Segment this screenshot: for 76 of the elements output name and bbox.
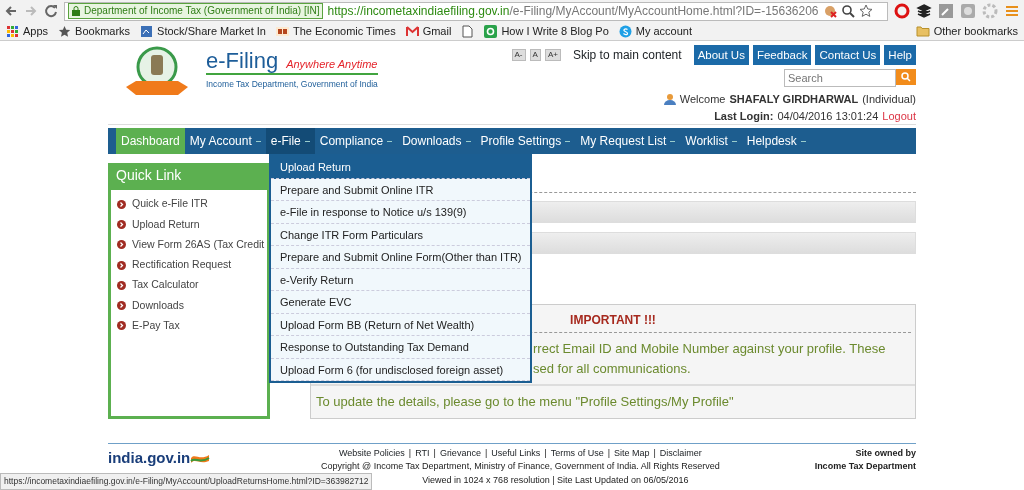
nav-button[interactable]: Contact Us [815, 45, 881, 65]
portal-logo[interactable]: india.gov.in [108, 446, 211, 469]
menu-item[interactable]: Upload Return [271, 156, 531, 179]
site-title: e-Filing [206, 49, 279, 73]
menu-item[interactable]: Generate EVC [271, 291, 531, 314]
notice-text: sed for all communications. [533, 359, 692, 378]
bookmark[interactable]: Bookmarks [58, 22, 131, 40]
search-field[interactable]: Search [784, 69, 896, 87]
panel-title: Quick Link [111, 163, 267, 190]
address-bar[interactable]: Department of Income Tax (Government of India) [IN] https://incometaxindiaefiling.gov.in/e-Filing/MyAccount/MyAccountHome.html?ID=-15636206 [64, 1, 888, 21]
footer-link[interactable]: Disclaimer [659, 446, 702, 460]
menu-tab[interactable]: My Account [184, 128, 266, 154]
user-name: SHAFALY GIRDHARWAL [729, 92, 859, 107]
bookmark[interactable]: My account [618, 22, 693, 40]
font-size-button[interactable]: A- [511, 49, 526, 61]
menu-item[interactable]: e-Verify Return [271, 268, 531, 291]
owner-text: Income Tax Department [814, 460, 916, 473]
footer-link[interactable]: Site Map [614, 446, 650, 460]
menu-item[interactable]: Prepare and Submit Online ITR [271, 178, 531, 201]
quick-link[interactable]: Quick e-File ITR [132, 196, 208, 212]
bookmark[interactable]: Other bookmarks [915, 22, 1018, 40]
update-text: To update the details, please go to the menu "Profile Settings/My Profile" [316, 394, 734, 409]
quick-link[interactable]: E-Pay Tax [132, 318, 180, 334]
logout-link[interactable]: Logout [882, 107, 916, 124]
menu-tab[interactable]: Helpdesk [741, 128, 811, 154]
font-size-button[interactable]: A [529, 49, 541, 61]
bookmark[interactable]: Stock/Share Market In [140, 22, 266, 40]
link-separator: | [484, 446, 488, 460]
site-subtitle: Income Tax Department, Government of India [206, 73, 378, 91]
menu-item[interactable]: Upload Form 6 (for undisclosed foreign asset) [271, 358, 531, 381]
quick-link[interactable]: Upload Return [132, 216, 200, 233]
notice-text: rrect Email ID and Mobile Number against your profile. These [533, 340, 887, 358]
menu-item[interactable]: Upload Form BB (Return of Net Wealth) [271, 313, 531, 336]
menu-tab[interactable]: Profile Settings [475, 128, 576, 154]
certificate-label: Department of Income Tax (Government of India) [IN] [68, 3, 324, 19]
quick-link[interactable]: Rectification Request [132, 257, 232, 273]
link-separator: | [433, 446, 436, 460]
user-type: (Individual) [862, 92, 916, 107]
nav-button[interactable]: Feedback [752, 45, 812, 65]
menu-tab[interactable]: My Request List [575, 128, 681, 154]
menu-item[interactable]: Prepare and Submit Online Form(Other than ITR) [271, 246, 531, 269]
menu-tab[interactable]: Downloads [397, 128, 476, 154]
skip-link[interactable]: Skip to main content [572, 46, 682, 64]
menu-tab[interactable]: e-File [265, 128, 315, 154]
copyright-text: Copyright @ Income Tax Department, Ministry of Finance, Government of India. All Rights Reserved [320, 460, 721, 473]
link-separator: | [408, 446, 412, 460]
quick-link[interactable]: View Form 26AS (Tax Credit [132, 236, 265, 253]
last-login-time: 04/04/2016 13:01:24 [777, 108, 879, 124]
tagline: Anywhere Anytime [286, 57, 378, 72]
footer-link[interactable]: Grievance [439, 446, 481, 460]
link-separator: | [544, 446, 547, 460]
bookmark[interactable]: How I Write 8 Blog Po [484, 22, 609, 40]
welcome-label: Welcome [679, 92, 726, 107]
bookmark[interactable]: The Economic Times [275, 22, 396, 40]
last-login-label: Last Login: [714, 108, 774, 124]
url-text: https://incometaxindiaefiling.gov.in/e-Filing/MyAccount/MyAccountHome.html?ID=-15636206 [327, 3, 819, 20]
status-url: https://incometaxindiaefiling.gov.in/e-Filing/MyAccount/UploadReturnsHome.html?ID=363982712 [0, 473, 373, 490]
menu-item[interactable]: Change ITR Form Particulars [271, 223, 531, 246]
menu-item[interactable]: e-File in response to Notice u/s 139(9) [271, 201, 531, 224]
footer-link[interactable]: Useful Links [491, 446, 541, 460]
nav-button[interactable]: About Us [693, 45, 749, 65]
menu-item[interactable]: Response to Outstanding Tax Demand [271, 336, 531, 359]
owner-text: Site owned by [854, 446, 916, 460]
font-size-button[interactable]: A+ [544, 49, 561, 61]
footer-link[interactable]: Terms of Use [550, 446, 604, 460]
link-separator: | [653, 446, 656, 460]
footer-link[interactable]: Website Policies [338, 446, 405, 460]
link-separator: | [607, 446, 610, 460]
menu-tab[interactable]: Compliance [314, 128, 398, 154]
footer-link[interactable]: RTI [415, 446, 430, 460]
bookmark[interactable]: Apps [6, 22, 49, 40]
quick-link[interactable]: Tax Calculator [132, 277, 199, 294]
menu-tab[interactable]: Worklist [680, 128, 742, 154]
quick-link[interactable]: Downloads [132, 297, 184, 314]
nav-button[interactable]: Help [884, 45, 916, 65]
bookmark[interactable]: Gmail [405, 22, 452, 40]
